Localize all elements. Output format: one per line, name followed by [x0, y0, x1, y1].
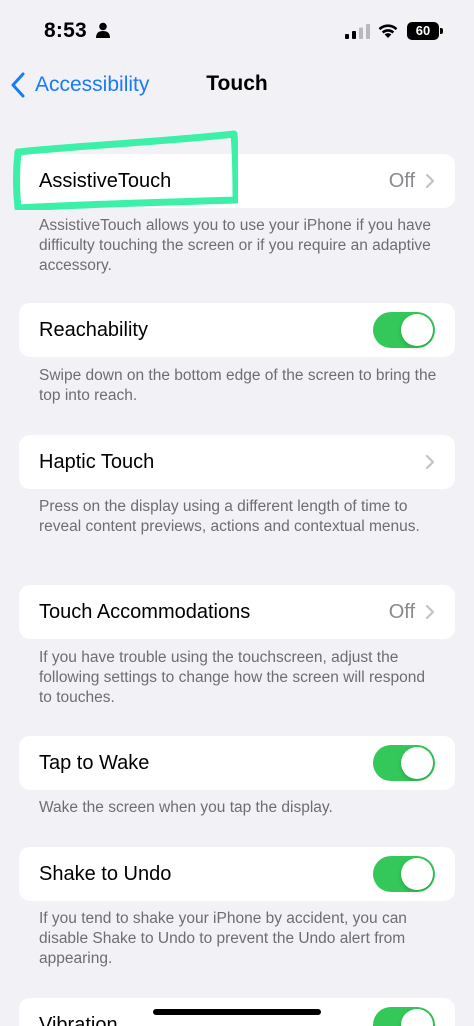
chevron-right-icon	[425, 454, 435, 470]
chevron-right-icon	[425, 173, 435, 189]
haptic-touch-label: Haptic Touch	[39, 450, 155, 473]
shake-to-undo-toggle[interactable]	[373, 856, 435, 892]
touch-accommodations-value: Off	[388, 600, 415, 623]
reachability-toggle[interactable]	[373, 312, 435, 348]
tap-to-wake-row: Tap to Wake	[19, 736, 455, 790]
person-icon	[96, 22, 110, 38]
back-button-label: Accessibility	[35, 73, 150, 96]
home-indicator[interactable]	[153, 1009, 321, 1015]
toggle-knob	[401, 1009, 433, 1026]
wifi-icon	[378, 24, 398, 38]
vibration-label: Vibration	[39, 1013, 118, 1026]
battery-icon: 60	[407, 22, 443, 40]
vibration-toggle[interactable]	[373, 1007, 435, 1026]
assistivetouch-label: AssistiveTouch	[39, 169, 172, 192]
tap-to-wake-toggle[interactable]	[373, 745, 435, 781]
back-button[interactable]: Accessibility	[10, 70, 149, 100]
touch-accommodations-footer: If you have trouble using the touchscree…	[39, 649, 426, 706]
chevron-left-icon	[11, 72, 25, 98]
toggle-knob	[401, 858, 433, 890]
battery-level: 60	[415, 23, 431, 38]
touch-accommodations-row[interactable]: Touch Accommodations Off	[19, 585, 455, 639]
haptic-touch-footer: Press on the display using a different l…	[39, 498, 420, 535]
reachability-footer: Swipe down on the bottom edge of the scr…	[39, 367, 437, 404]
assistivetouch-row[interactable]: AssistiveTouch Off	[19, 154, 455, 208]
shake-to-undo-label: Shake to Undo	[39, 862, 172, 885]
assistivetouch-value: Off	[388, 169, 415, 192]
status-bar: 8:53 60	[0, 0, 474, 60]
shake-to-undo-footer: If you tend to shake your iPhone by acci…	[39, 910, 407, 967]
status-time: 8:53	[44, 19, 87, 42]
toggle-knob	[401, 747, 433, 779]
tap-to-wake-footer: Wake the screen when you tap the display…	[39, 799, 333, 816]
shake-to-undo-row: Shake to Undo	[19, 847, 455, 901]
assistivetouch-footer: AssistiveTouch allows you to use your iP…	[39, 217, 432, 274]
reachability-label: Reachability	[39, 318, 148, 341]
toggle-knob	[401, 314, 433, 346]
touch-accommodations-label: Touch Accommodations	[39, 600, 251, 623]
touch-settings-screen: 8:53 60 Accessibility Touch AssistiveTou…	[0, 0, 474, 1026]
cellular-signal-icon	[345, 24, 370, 39]
tap-to-wake-label: Tap to Wake	[39, 751, 150, 774]
haptic-touch-row[interactable]: Haptic Touch	[19, 435, 455, 489]
reachability-row: Reachability	[19, 303, 455, 357]
chevron-right-icon	[425, 604, 435, 620]
